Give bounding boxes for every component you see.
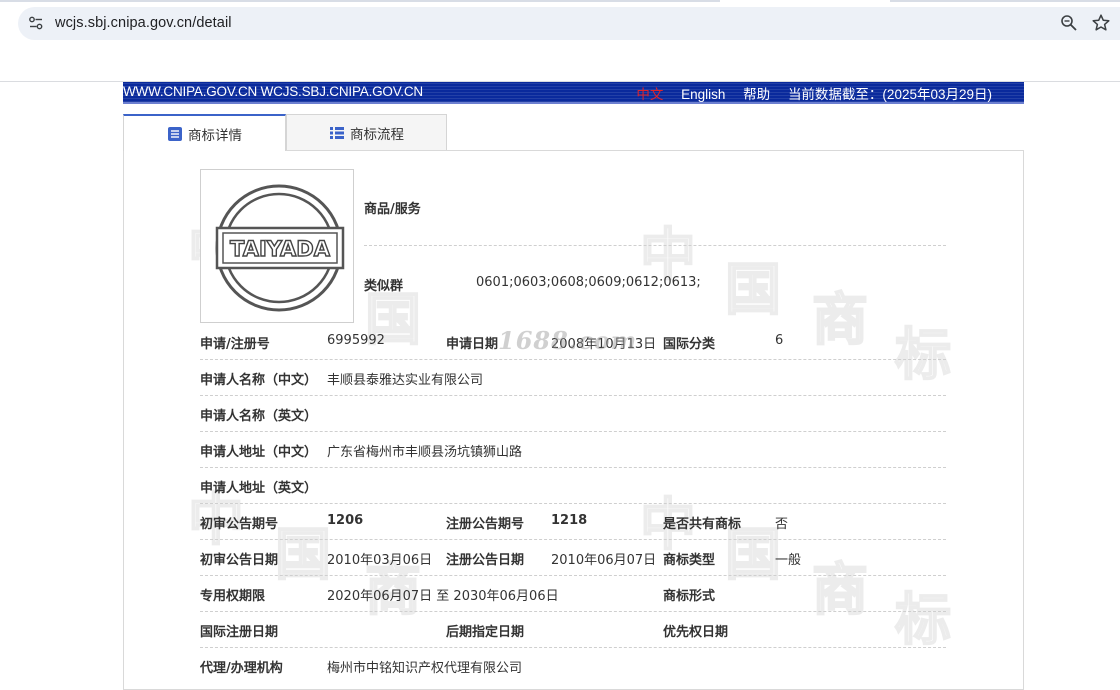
- site-watermark: 1688.com: [498, 326, 638, 355]
- watermark-char: 标: [894, 587, 952, 654]
- shared-value: 否: [775, 517, 789, 532]
- tab-trademark-process[interactable]: 商标流程: [286, 114, 447, 150]
- row-divider: [200, 575, 946, 576]
- url-text[interactable]: wcjs.sbj.cnipa.gov.cn/detail: [55, 15, 232, 31]
- applicant-cn-label: 申请人名称（中文）: [200, 373, 318, 388]
- prelim-no-value: 1206: [327, 513, 364, 528]
- reg-pub-date-label: 注册公告日期: [446, 553, 525, 568]
- trademark-emblem: TAIYADA: [215, 184, 345, 312]
- intl-class-value: 6: [775, 333, 784, 348]
- watermark-char: 国: [724, 257, 782, 324]
- priority-date-label: 优先权日期: [663, 625, 729, 640]
- address-en-label: 申请人地址（英文）: [200, 481, 318, 496]
- lang-chinese-link[interactable]: 中文: [636, 83, 663, 103]
- similar-group-label: 类似群: [364, 279, 404, 294]
- row-divider: [200, 431, 946, 432]
- period-value: 2020年06月07日 至 2030年06月06日: [327, 589, 559, 604]
- tab-trademark-detail[interactable]: 商标详情: [123, 114, 286, 151]
- reg-pub-no-value: 1218: [551, 513, 588, 528]
- watermark-char: 标: [894, 322, 952, 389]
- row-divider: [200, 539, 946, 540]
- shared-label: 是否共有商标: [663, 517, 742, 532]
- tab-bar: 商标详情 商标流程: [123, 114, 1024, 151]
- similar-group-value: 0601;0603;0608;0609;0612;0613;: [476, 275, 701, 290]
- agent-label: 代理/办理机构: [200, 661, 283, 676]
- lang-english-link[interactable]: English: [681, 87, 725, 102]
- row-divider: [200, 503, 946, 504]
- site-settings-icon[interactable]: [28, 15, 44, 31]
- list-icon: [330, 126, 344, 139]
- reg-no-label: 申请/注册号: [200, 337, 270, 352]
- row-divider: [200, 611, 946, 612]
- reg-pub-date-value: 2010年06月07日: [551, 553, 657, 568]
- tab-label: 商标流程: [350, 126, 404, 143]
- trademark-logo: TAIYADA: [200, 169, 354, 323]
- row-divider: [364, 245, 946, 246]
- row-divider: [200, 647, 946, 648]
- intl-class-label: 国际分类: [663, 337, 716, 352]
- logo-text: TAIYADA: [230, 237, 331, 261]
- address-bar[interactable]: wcjs.sbj.cnipa.gov.cn/detail: [18, 7, 1120, 40]
- watermark-char: 国: [274, 522, 332, 589]
- prelim-date-label: 初审公告日期: [200, 553, 279, 568]
- watermark-char: 商: [811, 557, 869, 624]
- site-domains: WWW.CNIPA.GOV.CN WCJS.SBJ.CNIPA.GOV.CN: [123, 84, 423, 99]
- agent-value: 梅州市中铭知识产权代理有限公司: [327, 661, 523, 676]
- type-value: 一般: [775, 553, 802, 568]
- data-cutoff-text: 当前数据截至：(2025年03月29日): [787, 87, 992, 102]
- app-date-label: 申请日期: [446, 337, 499, 352]
- document-icon: [168, 126, 182, 141]
- period-label: 专用权期限: [200, 589, 266, 604]
- zoom-icon[interactable]: [1060, 14, 1078, 32]
- site-banner: WWW.CNIPA.GOV.CN WCJS.SBJ.CNIPA.GOV.CN 中…: [123, 82, 1024, 104]
- reg-pub-no-label: 注册公告期号: [446, 517, 525, 532]
- applicant-cn-value: 丰顺县泰雅达实业有限公司: [327, 373, 484, 388]
- applicant-en-label: 申请人名称（英文）: [200, 409, 318, 424]
- intl-reg-date-label: 国际注册日期: [200, 625, 279, 640]
- reg-no-value: 6995992: [327, 333, 385, 348]
- prelim-no-label: 初审公告期号: [200, 517, 279, 532]
- later-date-label: 后期指定日期: [446, 625, 525, 640]
- address-cn-value: 广东省梅州市丰顺县汤坑镇狮山路: [327, 445, 523, 460]
- prelim-date-value: 2010年03月06日: [327, 553, 433, 568]
- help-link[interactable]: 帮助: [743, 83, 770, 103]
- row-divider: [200, 467, 946, 468]
- row-divider: [200, 395, 946, 396]
- banner-nav: 中文 English 帮助 当前数据截至：(2025年03月29日): [636, 83, 992, 103]
- form-label: 商标形式: [663, 589, 716, 604]
- tab-label: 商标详情: [188, 127, 242, 144]
- watermark-char: 商: [811, 287, 869, 354]
- bookmark-star-icon[interactable]: [1091, 13, 1111, 33]
- address-cn-label: 申请人地址（中文）: [200, 445, 318, 460]
- type-label: 商标类型: [663, 553, 716, 568]
- goods-services-label: 商品/服务: [364, 202, 421, 217]
- browser-top-strip: [0, 0, 1120, 4]
- row-divider: [200, 359, 946, 360]
